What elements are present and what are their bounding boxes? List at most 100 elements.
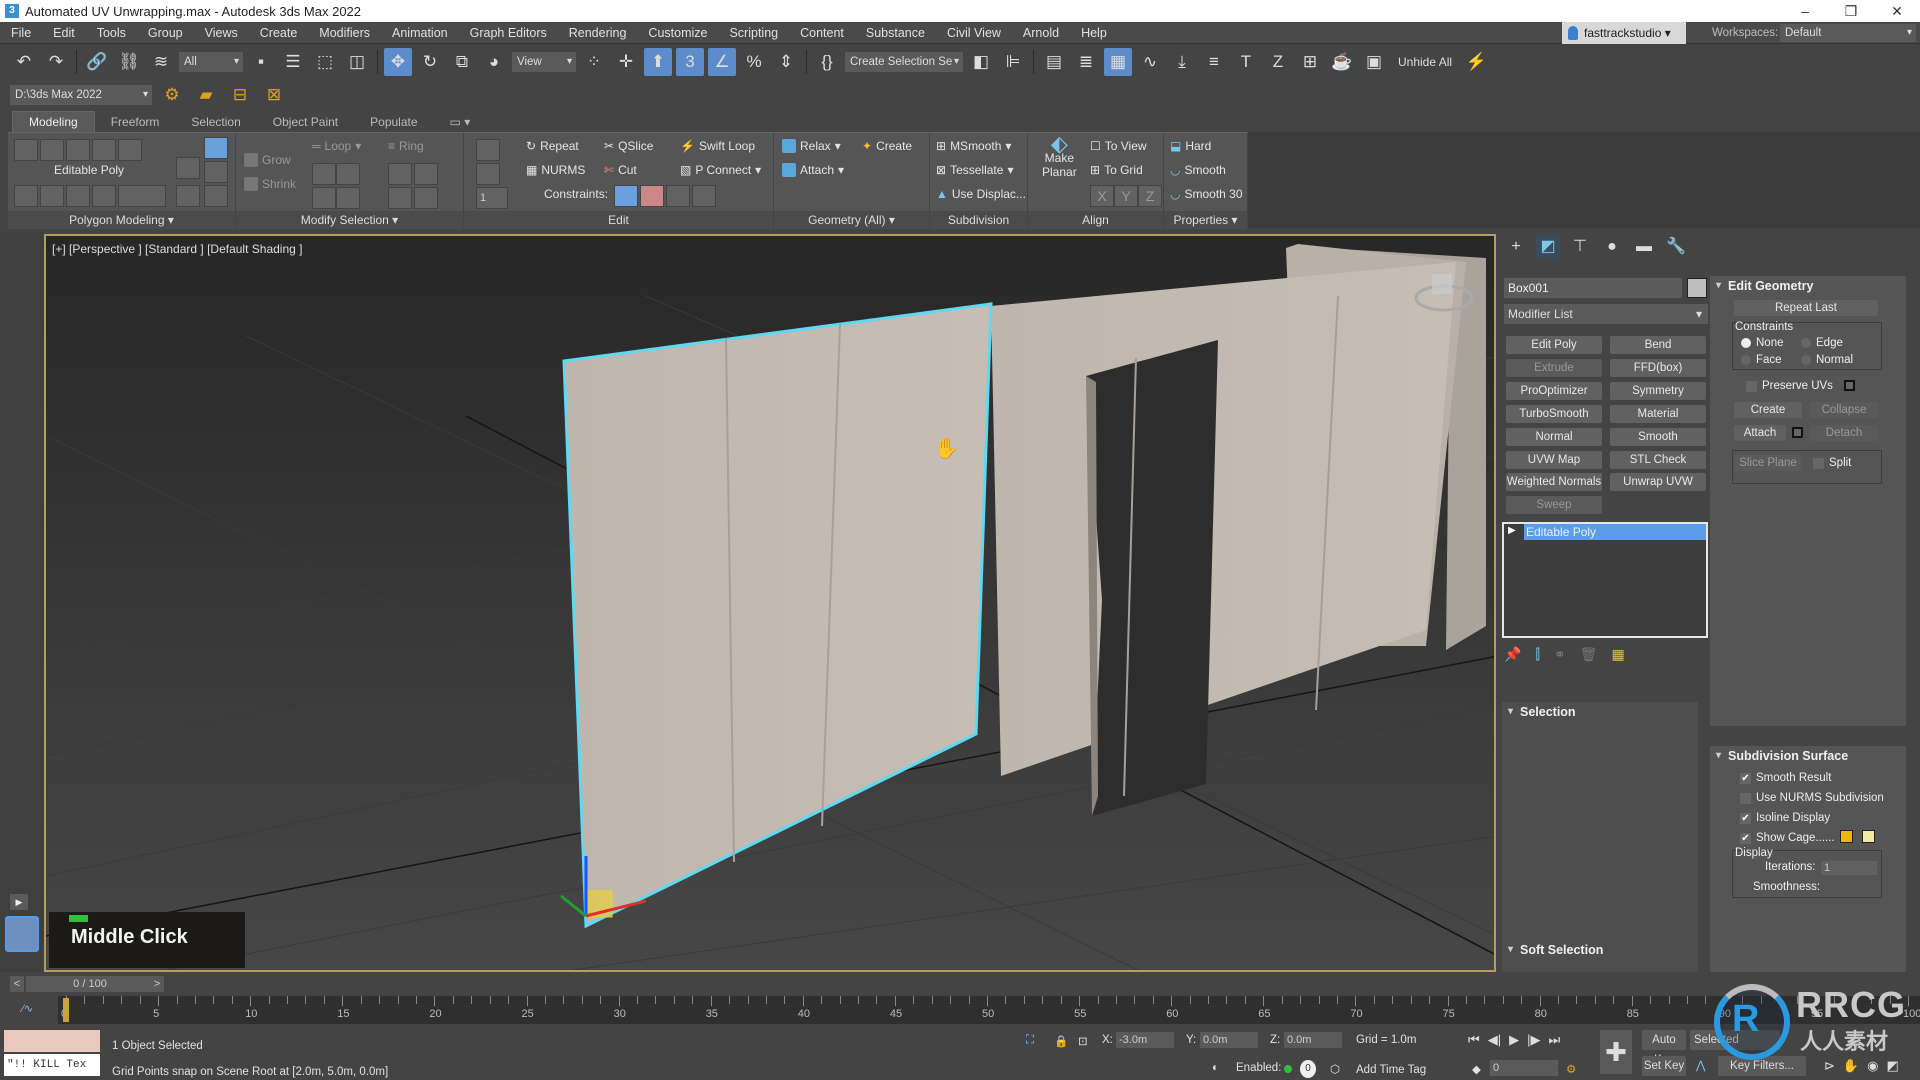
project-folder-icon[interactable]: ▰: [192, 81, 220, 109]
create-button[interactable]: Create: [1734, 402, 1802, 418]
workspaces-dropdown[interactable]: Default: [1780, 24, 1916, 42]
viewcube[interactable]: [1432, 274, 1452, 294]
grow-button[interactable]: Grow: [244, 153, 291, 167]
show-end-result-icon[interactable]: [204, 137, 228, 159]
align-z-button[interactable]: Z: [1138, 185, 1162, 207]
soft-selection-rollout-header[interactable]: Soft Selection: [1502, 940, 1698, 960]
adaptive-degradation-icon[interactable]: ◐: [1212, 1062, 1219, 1074]
next-frame-button[interactable]: >: [150, 976, 164, 992]
constraint-edge-radio[interactable]: Edge: [1801, 337, 1843, 349]
menu-customize[interactable]: Customize: [637, 22, 718, 44]
menu-scripting[interactable]: Scripting: [718, 22, 789, 44]
object-color-swatch[interactable]: [1687, 278, 1707, 298]
modifier-button-smooth[interactable]: Smooth: [1610, 428, 1706, 446]
loop-grow-icon[interactable]: [312, 163, 336, 185]
maximize-button[interactable]: ❐: [1828, 3, 1874, 20]
menu-content[interactable]: Content: [789, 22, 855, 44]
modifier-button-material[interactable]: Material: [1610, 405, 1706, 423]
loop-shrink-icon[interactable]: [336, 163, 360, 185]
previous-key-icon[interactable]: ◀|: [1488, 1032, 1501, 1048]
tab-populate[interactable]: Populate: [354, 112, 433, 132]
perspective-viewport[interactable]: [+] [Perspective ] [Standard ] [Default …: [44, 234, 1496, 972]
element-mode-icon[interactable]: [118, 139, 142, 161]
keyboard-shortcut-override-icon[interactable]: ⬆: [644, 48, 672, 76]
modifier-stack[interactable]: ▶ Editable Poly: [1502, 522, 1708, 638]
play-icon[interactable]: ▶: [1509, 1032, 1519, 1048]
attach-button[interactable]: Attach ▾: [782, 163, 844, 177]
modifier-list-dropdown[interactable]: Modifier List: [1504, 304, 1708, 324]
render-production-icon[interactable]: ☕: [1328, 48, 1356, 76]
show-end-result-icon[interactable]: ⫿: [1535, 646, 1539, 663]
menu-graph-editors[interactable]: Graph Editors: [459, 22, 558, 44]
selection-rollout-header[interactable]: Selection: [1502, 702, 1698, 722]
scale-icon[interactable]: ⧉: [448, 48, 476, 76]
edit-geometry-header[interactable]: Edit Geometry: [1710, 276, 1906, 296]
named-selection-dropdown[interactable]: Create Selection Se: [845, 52, 963, 72]
viewport-layout-thumbnail[interactable]: [5, 916, 39, 952]
close-button[interactable]: ✕: [1874, 3, 1920, 20]
to-view-button[interactable]: ☐ To View: [1090, 139, 1147, 153]
preserve-uvs-checkbox[interactable]: Preserve UVs: [1746, 380, 1833, 392]
viewport-label[interactable]: [+] [Perspective ] [Standard ] [Default …: [52, 242, 302, 256]
group-label-modify-selection[interactable]: Modify Selection ▾: [236, 211, 463, 229]
ring-shrink-icon[interactable]: [414, 163, 438, 185]
undo-icon[interactable]: ↶: [10, 48, 38, 76]
align-x-button[interactable]: X: [1090, 185, 1114, 207]
layer-explorer-icon[interactable]: ≣: [1072, 48, 1100, 76]
cage-selection-color-swatch[interactable]: [1862, 830, 1875, 843]
reference-coordinate-dropdown[interactable]: View: [512, 52, 576, 72]
maxscript-listener-mini[interactable]: [4, 1030, 100, 1052]
make-unique-icon[interactable]: ⚭: [1554, 646, 1566, 663]
project-tree-icon[interactable]: ⊠: [260, 81, 288, 109]
snaps-toggle-icon[interactable]: 3: [676, 48, 704, 76]
menu-rendering[interactable]: Rendering: [558, 22, 638, 44]
project-structure-icon[interactable]: ⊟: [226, 81, 254, 109]
pin-stack-icon[interactable]: [118, 185, 166, 207]
utilities-tab-icon[interactable]: 🔧: [1664, 235, 1688, 259]
make-planar-button[interactable]: ⬖ Make Planar: [1042, 133, 1077, 180]
iterations-spinner[interactable]: 1: [1821, 861, 1877, 875]
isoline-display-checkbox[interactable]: ✔ Isoline Display: [1740, 812, 1830, 824]
display-tab-icon[interactable]: ▬: [1632, 235, 1656, 259]
zbrush-icon[interactable]: Z: [1264, 48, 1292, 76]
menu-help[interactable]: Help: [1070, 22, 1118, 44]
msmooth-button[interactable]: ⊞ MSmooth ▾: [936, 139, 1011, 153]
set-key-button[interactable]: Set Key: [1642, 1056, 1686, 1076]
key-mode-toggle-icon[interactable]: ◆: [1472, 1062, 1481, 1076]
vertex-mode-icon[interactable]: [14, 139, 38, 161]
select-object-icon[interactable]: ▪: [247, 48, 275, 76]
selection-filter-dropdown[interactable]: All: [179, 52, 243, 72]
link-icon[interactable]: 🔗: [83, 48, 111, 76]
time-slider[interactable]: 0 / 100: [26, 976, 154, 992]
next-modifier-icon[interactable]: [176, 157, 200, 179]
motion-tab-icon[interactable]: ●: [1600, 235, 1624, 259]
modifier-button-prooptimizer[interactable]: ProOptimizer: [1506, 382, 1602, 400]
minimize-button[interactable]: –: [1782, 3, 1828, 20]
cage-color-swatch[interactable]: [1840, 830, 1853, 843]
group-label-edit[interactable]: Edit: [464, 211, 773, 229]
unlink-icon[interactable]: ⛓: [115, 48, 143, 76]
rectangular-selection-icon[interactable]: ⬚: [311, 48, 339, 76]
tab-modeling[interactable]: Modeling: [12, 111, 95, 132]
preview-multi-icon[interactable]: [66, 185, 90, 207]
menu-group[interactable]: Group: [137, 22, 194, 44]
redo-icon[interactable]: ↷: [42, 48, 70, 76]
expand-layout-icon[interactable]: ▶: [10, 894, 28, 910]
track-bar[interactable]: ⁄∿ 0510152025303540455055606570758085909…: [0, 996, 1920, 1024]
edit-named-selection-icon[interactable]: {}: [813, 48, 841, 76]
constraint-face-icon[interactable]: [666, 185, 690, 207]
stack-item-editable-poly[interactable]: Editable Poly: [1524, 524, 1706, 540]
ignore-backfacing-icon[interactable]: [92, 185, 116, 207]
constraint-none-radio[interactable]: None: [1741, 337, 1784, 349]
ring-button[interactable]: ≡ Ring: [388, 139, 424, 153]
qslice-button[interactable]: ✂ QSlice: [604, 139, 653, 153]
unhide-all-button[interactable]: Unhide All: [1392, 55, 1458, 69]
expand-arrow-icon[interactable]: ▶: [1508, 525, 1516, 536]
p-connect-button[interactable]: ▧ P Connect ▾: [680, 163, 761, 177]
slice-plane-button[interactable]: Slice Plane: [1735, 455, 1801, 471]
remove-modifier-icon[interactable]: 🗑: [1580, 646, 1598, 663]
align-y-button[interactable]: Y: [1114, 185, 1138, 207]
current-frame-marker[interactable]: [63, 998, 69, 1022]
detach-button[interactable]: Detach: [1810, 425, 1878, 441]
constraint-face-radio[interactable]: Face: [1741, 354, 1782, 366]
